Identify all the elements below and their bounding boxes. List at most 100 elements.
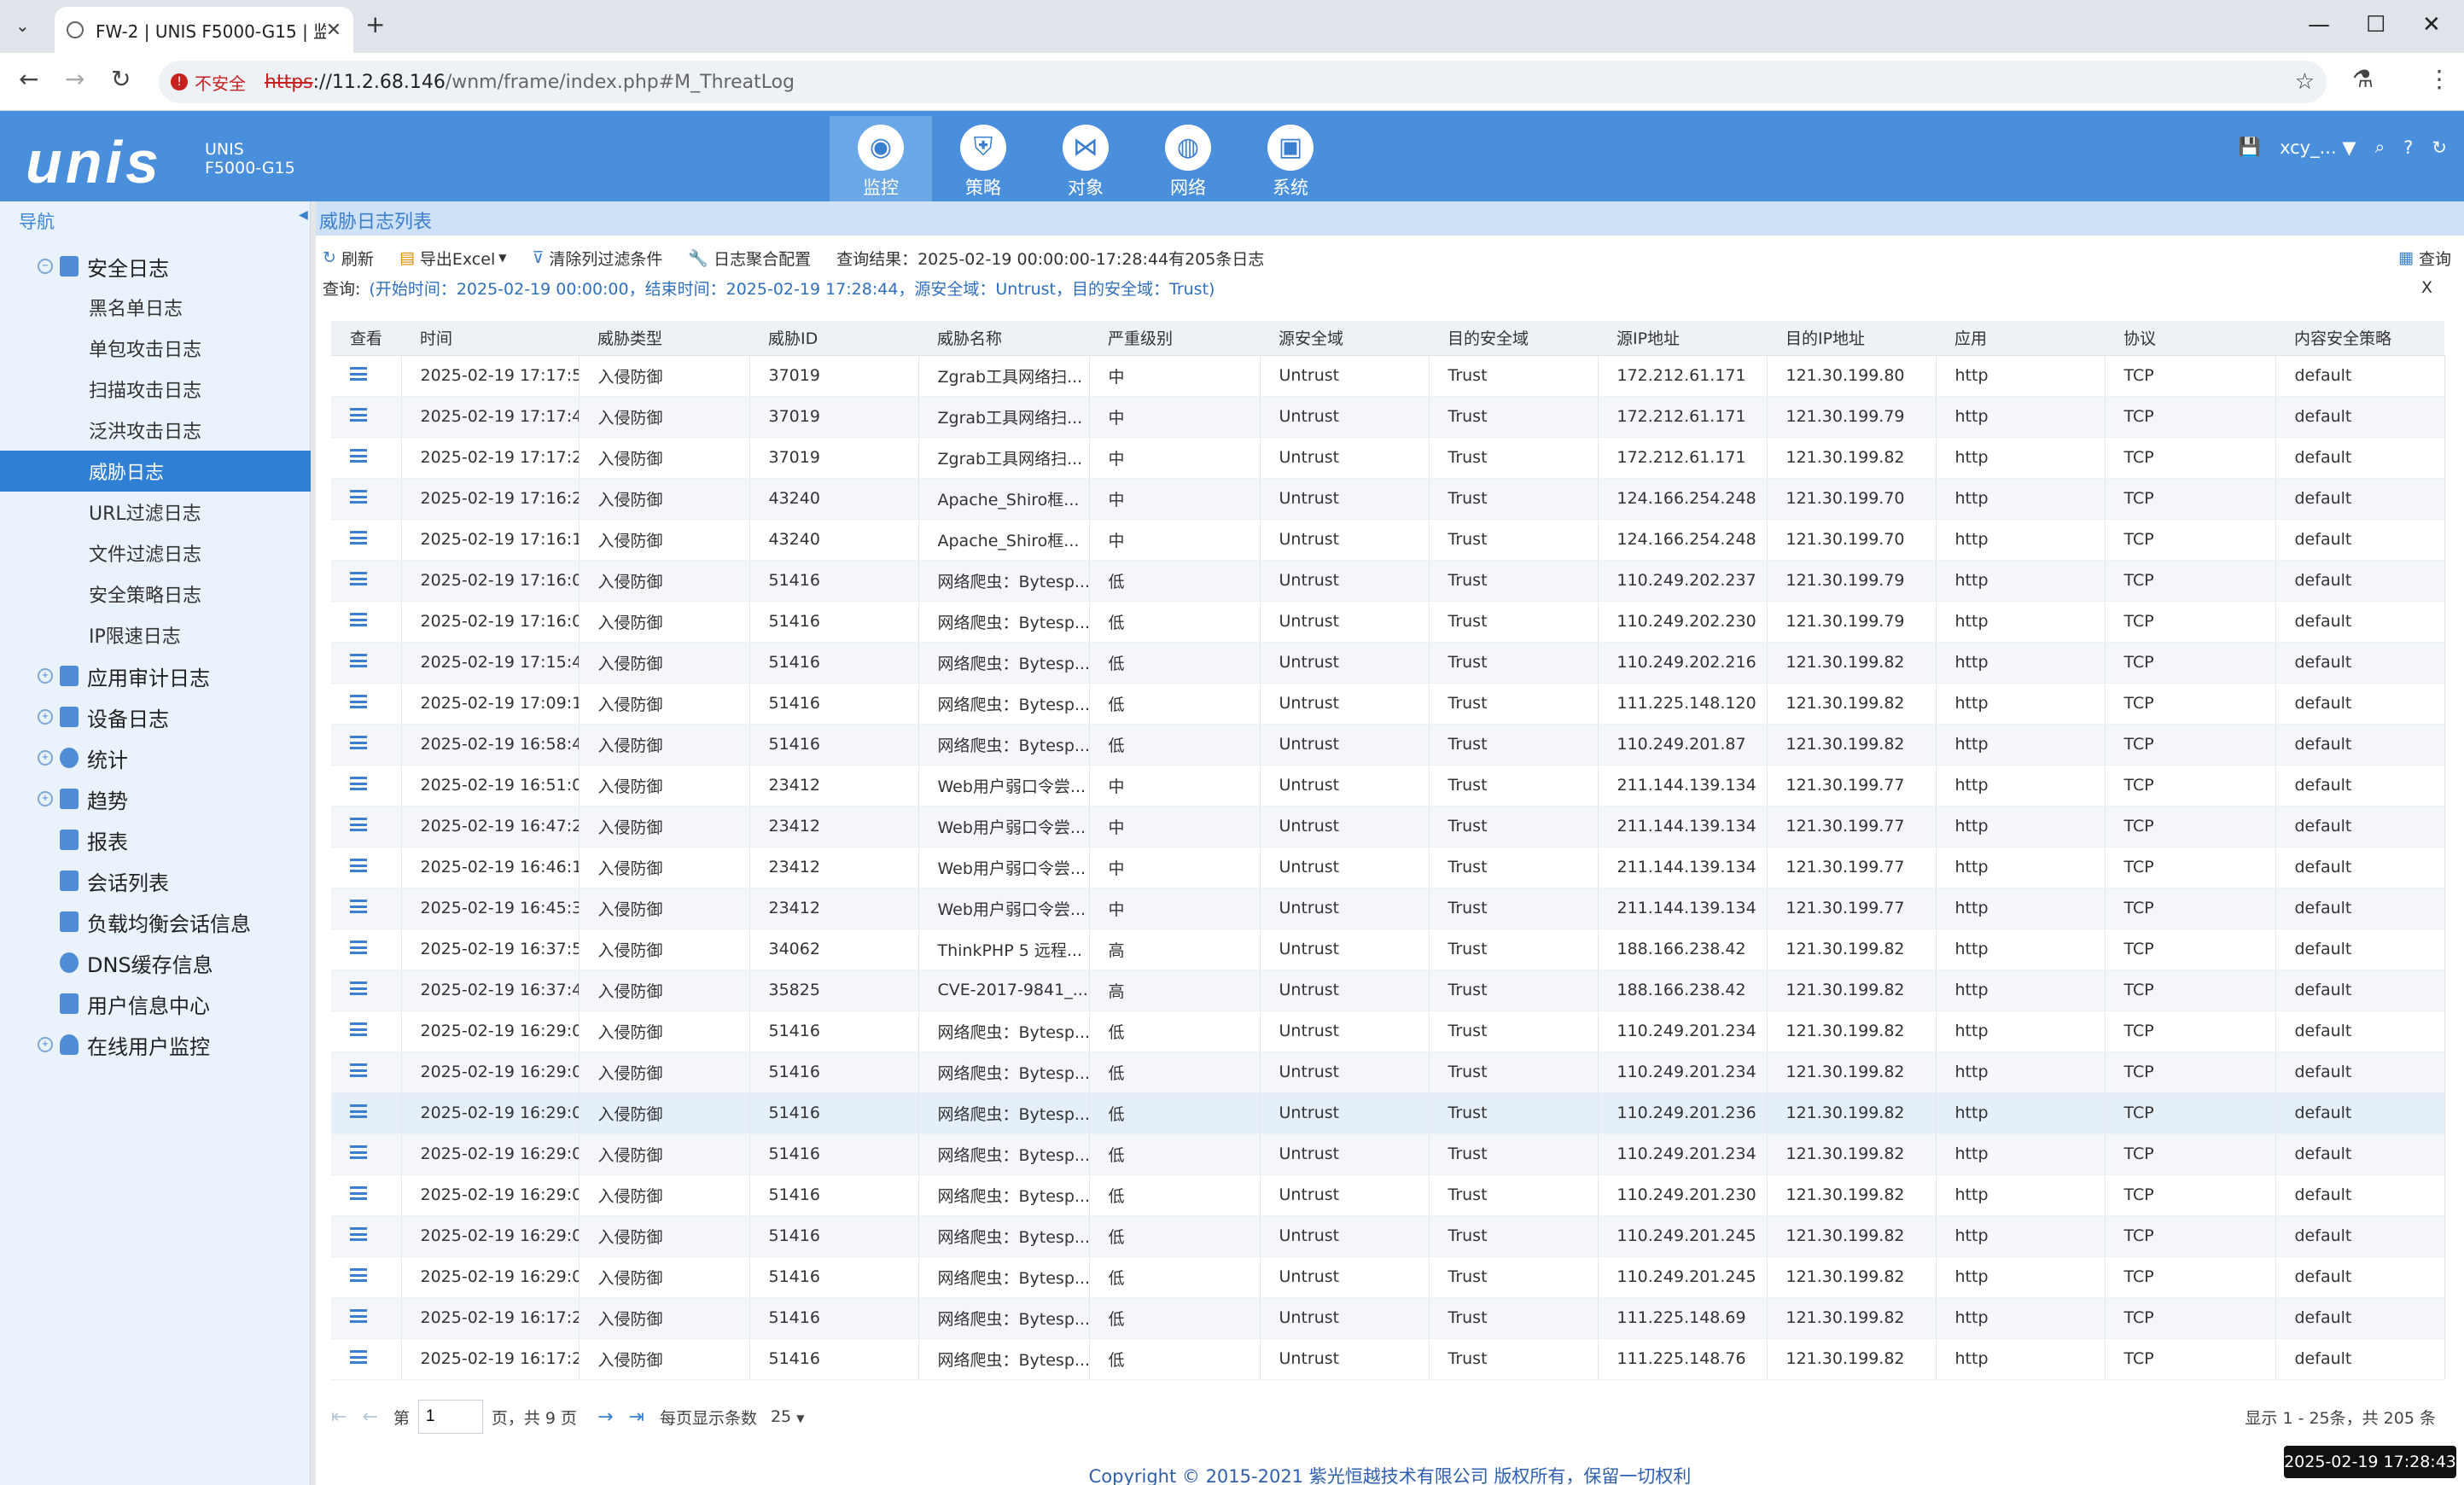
sidebar-item-file-filter-log[interactable]: 文件过滤日志 xyxy=(0,533,311,574)
sidebar-group-device-log[interactable]: + 设备日志 xyxy=(38,700,169,734)
table-row[interactable]: 2025-02-19 16:29:02 入侵防御 51416 网络爬虫：Bytesp.… xyxy=(331,1215,2445,1257)
table-row[interactable]: 2025-02-19 16:17:22 入侵防御 51416 网络爬虫：Bytesp.… xyxy=(331,1338,2445,1380)
search-icon[interactable]: ⌕ xyxy=(2374,137,2385,158)
column-header[interactable]: 时间 xyxy=(401,321,579,356)
view-details-icon[interactable] xyxy=(350,940,367,954)
sidebar-item-session-list[interactable]: 会话列表 xyxy=(60,864,169,898)
view-details-icon[interactable] xyxy=(350,1186,367,1200)
view-details-icon[interactable] xyxy=(350,736,367,749)
security-indicator[interactable]: ! 不安全 xyxy=(171,70,246,95)
column-header[interactable]: 目的安全域 xyxy=(1429,321,1598,356)
table-row[interactable]: 2025-02-19 17:17:59 入侵防御 37019 Zgrab工具网络扫..… xyxy=(331,355,2445,397)
collapse-toggle-icon[interactable]: − xyxy=(38,259,53,274)
sidebar-item-lb-session[interactable]: 负载均衡会话信息 xyxy=(60,905,251,939)
prev-page-icon[interactable]: ← xyxy=(362,1406,377,1428)
table-row[interactable]: 2025-02-19 16:29:02 入侵防御 51416 网络爬虫：Bytesp.… xyxy=(331,1092,2445,1134)
table-row[interactable]: 2025-02-19 16:37:44 入侵防御 35825 CVE-2017-984… xyxy=(331,970,2445,1011)
sidebar-item-scan-attack-log[interactable]: 扫描攻击日志 xyxy=(0,369,311,410)
column-header[interactable]: 应用 xyxy=(1936,321,2105,356)
table-row[interactable]: 2025-02-19 16:29:02 入侵防御 51416 网络爬虫：Bytesp.… xyxy=(331,1010,2445,1052)
reload-icon[interactable]: ↻ xyxy=(111,65,131,93)
expand-toggle-icon[interactable]: + xyxy=(38,791,53,807)
sidebar-item-flood-attack-log[interactable]: 泛洪攻击日志 xyxy=(0,410,311,451)
expand-toggle-icon[interactable]: + xyxy=(38,1037,53,1052)
sidebar-group-online-user-monitor[interactable]: + 在线用户监控 xyxy=(38,1028,210,1062)
table-row[interactable]: 2025-02-19 16:29:02 入侵防御 51416 网络爬虫：Bytesp.… xyxy=(331,1174,2445,1216)
view-details-icon[interactable] xyxy=(350,1022,367,1036)
sidebar-item-dns-cache[interactable]: DNS缓存信息 xyxy=(60,946,213,980)
browser-tab[interactable]: FW-2 | UNIS F5000-G15 | 监控 ✕ xyxy=(55,7,353,53)
view-details-icon[interactable] xyxy=(350,1145,367,1159)
table-row[interactable]: 2025-02-19 16:47:23 入侵防御 23412 Web用户弱口令尝...… xyxy=(331,806,2445,847)
view-details-icon[interactable] xyxy=(350,695,367,708)
collapse-sidebar-icon[interactable]: ◀ xyxy=(299,208,308,222)
tab-list-chevron-icon[interactable]: ⌄ xyxy=(15,15,30,36)
table-row[interactable]: 2025-02-19 17:17:28 入侵防御 37019 Zgrab工具网络扫..… xyxy=(331,437,2445,479)
menu-kebab-icon[interactable]: ⋮ xyxy=(2427,65,2451,93)
view-details-icon[interactable] xyxy=(350,818,367,831)
expand-toggle-icon[interactable]: + xyxy=(38,668,53,684)
view-details-icon[interactable] xyxy=(350,1104,367,1118)
column-header[interactable]: 内容安全策略 xyxy=(2275,321,2444,356)
view-details-icon[interactable] xyxy=(350,777,367,790)
refresh-icon[interactable]: ↻ xyxy=(2432,137,2447,158)
table-row[interactable]: 2025-02-19 17:16:24 入侵防御 43240 Apache_Shiro… xyxy=(331,478,2445,520)
table-row[interactable]: 2025-02-19 16:58:41 入侵防御 51416 网络爬虫：Bytesp.… xyxy=(331,724,2445,766)
save-icon[interactable]: 💾 xyxy=(2239,137,2261,158)
view-details-icon[interactable] xyxy=(350,367,367,381)
maximize-icon[interactable]: ☐ xyxy=(2366,12,2385,38)
expand-toggle-icon[interactable]: + xyxy=(38,750,53,766)
sidebar-item-security-policy-log[interactable]: 安全策略日志 xyxy=(0,574,311,614)
export-excel-button[interactable]: ▤ 导出Excel ▼ xyxy=(399,247,507,270)
sidebar-item-threat-log[interactable]: 威胁日志 xyxy=(0,451,311,492)
sidebar-item-user-info-center[interactable]: 用户信息中心 xyxy=(60,987,210,1021)
page-number-input[interactable] xyxy=(417,1400,483,1434)
sidebar-group-security-log[interactable]: − 安全日志 xyxy=(38,249,169,283)
table-row[interactable]: 2025-02-19 17:16:00 入侵防御 51416 网络爬虫：Bytesp.… xyxy=(331,601,2445,643)
sidebar-item-ip-rate-limit-log[interactable]: IP限速日志 xyxy=(0,614,311,655)
clear-query-button[interactable]: X xyxy=(2421,278,2432,297)
last-page-icon[interactable]: ⇥ xyxy=(629,1406,644,1428)
view-details-icon[interactable] xyxy=(350,900,367,913)
view-details-icon[interactable] xyxy=(350,1350,367,1364)
sidebar-item-single-packet-log[interactable]: 单包攻击日志 xyxy=(0,328,311,369)
sidebar-item-url-filter-log[interactable]: URL过滤日志 xyxy=(0,492,311,533)
table-row[interactable]: 2025-02-19 16:51:09 入侵防御 23412 Web用户弱口令尝...… xyxy=(331,765,2445,807)
minimize-icon[interactable]: — xyxy=(2308,12,2330,38)
view-details-icon[interactable] xyxy=(350,859,367,872)
view-details-icon[interactable] xyxy=(350,490,367,504)
view-details-icon[interactable] xyxy=(350,531,367,544)
table-row[interactable]: 2025-02-19 17:09:11 入侵防御 51416 网络爬虫：Bytesp.… xyxy=(331,683,2445,725)
topnav-system[interactable]: ▣ 系统 xyxy=(1239,116,1342,201)
sidebar-group-statistics[interactable]: + 统计 xyxy=(38,741,128,775)
topnav-object[interactable]: ⋈ 对象 xyxy=(1034,116,1137,201)
per-page-select[interactable]: 25 ▼ xyxy=(771,1407,804,1426)
topnav-monitor[interactable]: ◉ 监控 xyxy=(830,116,932,201)
view-details-icon[interactable] xyxy=(350,1309,367,1323)
url-field[interactable]: ! 不安全 https://11.2.68.146/wnm/frame/index… xyxy=(159,61,2327,103)
log-aggregate-button[interactable]: 🔧 日志聚合配置 xyxy=(688,247,811,270)
view-details-icon[interactable] xyxy=(350,572,367,585)
clear-filter-button[interactable]: ⊽ 清除列过滤条件 xyxy=(532,247,662,270)
column-header[interactable]: 严重级别 xyxy=(1089,321,1260,356)
sidebar-group-app-audit-log[interactable]: + 应用审计日志 xyxy=(38,659,210,693)
forward-icon[interactable]: → xyxy=(65,65,84,93)
column-header[interactable]: 协议 xyxy=(2105,321,2275,356)
view-details-icon[interactable] xyxy=(350,654,367,667)
new-tab-icon[interactable]: + xyxy=(365,10,385,38)
topnav-network[interactable]: ◍ 网络 xyxy=(1137,116,1239,201)
refresh-button[interactable]: ↻ 刷新 xyxy=(323,247,374,270)
table-row[interactable]: 2025-02-19 16:29:02 入侵防御 51416 网络爬虫：Bytesp.… xyxy=(331,1051,2445,1093)
table-row[interactable]: 2025-02-19 17:16:03 入侵防御 51416 网络爬虫：Bytesp.… xyxy=(331,560,2445,602)
view-details-icon[interactable] xyxy=(350,449,367,463)
sidebar-item-blacklist-log[interactable]: 黑名单日志 xyxy=(0,287,311,328)
column-header[interactable]: 目的IP地址 xyxy=(1767,321,1936,356)
sidebar-item-report[interactable]: 报表 xyxy=(60,823,128,857)
labs-flask-icon[interactable]: ⚗ xyxy=(2352,65,2374,93)
view-details-icon[interactable] xyxy=(350,408,367,422)
table-row[interactable]: 2025-02-19 16:29:02 入侵防御 51416 网络爬虫：Bytesp.… xyxy=(331,1133,2445,1175)
back-icon[interactable]: ← xyxy=(19,65,38,93)
view-details-icon[interactable] xyxy=(350,1227,367,1241)
column-header[interactable]: 源安全域 xyxy=(1260,321,1429,356)
sidebar-group-trend[interactable]: + 趋势 xyxy=(38,782,128,816)
